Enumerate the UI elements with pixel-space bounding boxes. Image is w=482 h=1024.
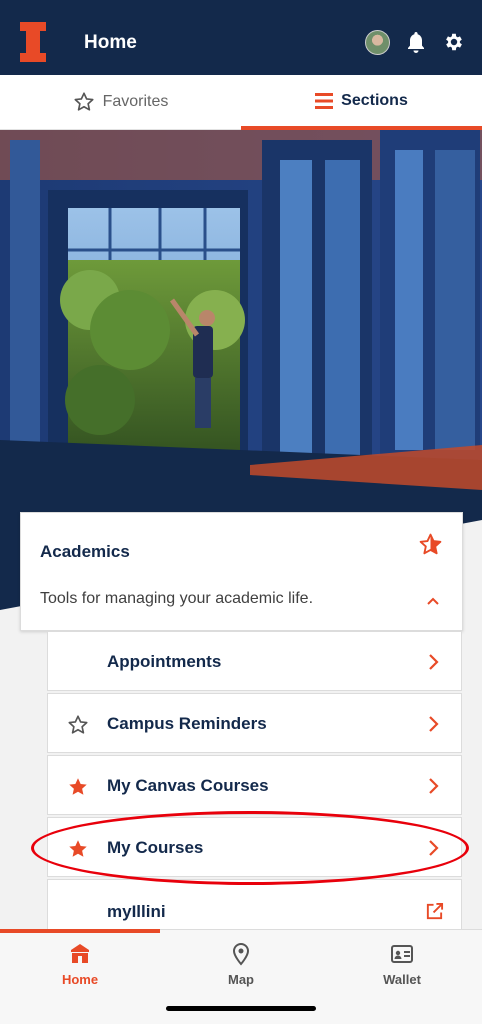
item-label: myIllini	[107, 902, 166, 921]
chevron-right-icon	[429, 716, 439, 732]
star-outline-icon	[74, 92, 94, 111]
star-half-icon[interactable]	[418, 532, 443, 557]
tab-favorites[interactable]: Favorites	[0, 75, 241, 130]
item-label: My Canvas Courses	[107, 776, 269, 795]
app-header: Home	[0, 0, 482, 75]
notifications-bell-icon[interactable]	[406, 31, 426, 53]
section-card-academics[interactable]: Academics Tools for managing your academ…	[20, 512, 463, 631]
nav-wallet[interactable]: Wallet	[322, 930, 482, 1000]
nav-map[interactable]: Map	[161, 930, 321, 1000]
menu-lines-icon	[315, 92, 334, 109]
star-outline-icon[interactable]	[67, 714, 89, 736]
map-pin-icon	[232, 942, 250, 966]
tab-sections[interactable]: Sections	[241, 75, 482, 130]
item-label: Campus Reminders	[107, 714, 267, 733]
chevron-right-icon	[429, 840, 439, 856]
list-item-my-canvas-courses[interactable]: My Canvas Courses	[47, 755, 462, 815]
settings-gear-icon[interactable]	[443, 31, 465, 53]
chevron-up-icon[interactable]	[426, 596, 440, 606]
nav-wallet-label: Wallet	[383, 972, 421, 987]
item-label: My Courses	[107, 838, 204, 857]
chevron-right-icon	[429, 654, 439, 670]
illinois-logo	[20, 22, 46, 62]
nav-map-label: Map	[228, 972, 254, 987]
home-icon	[71, 944, 89, 963]
section-tabs: Favorites Sections	[0, 75, 482, 130]
avatar[interactable]	[365, 30, 390, 55]
section-description: Tools for managing your academic life.	[40, 590, 314, 607]
chevron-right-icon	[429, 778, 439, 794]
list-item-my-courses[interactable]: My Courses	[47, 817, 462, 877]
nav-home-label: Home	[61, 972, 99, 987]
list-item-myillini[interactable]: myIllini	[47, 879, 462, 931]
nav-home[interactable]: Home	[0, 930, 160, 1000]
tab-favorites-label: Favorites	[102, 93, 169, 110]
page-title: Home	[84, 32, 137, 53]
star-filled-icon[interactable]	[67, 776, 89, 798]
list-item-appointments[interactable]: Appointments	[47, 631, 462, 691]
item-label: Appointments	[107, 652, 222, 671]
home-indicator-bar	[166, 1006, 316, 1011]
external-link-icon	[426, 902, 444, 920]
list-item-campus-reminders[interactable]: Campus Reminders	[47, 693, 462, 753]
wallet-icon	[391, 945, 413, 963]
section-title: Academics	[40, 542, 130, 561]
tab-sections-label: Sections	[341, 91, 408, 109]
star-filled-icon[interactable]	[67, 838, 89, 860]
